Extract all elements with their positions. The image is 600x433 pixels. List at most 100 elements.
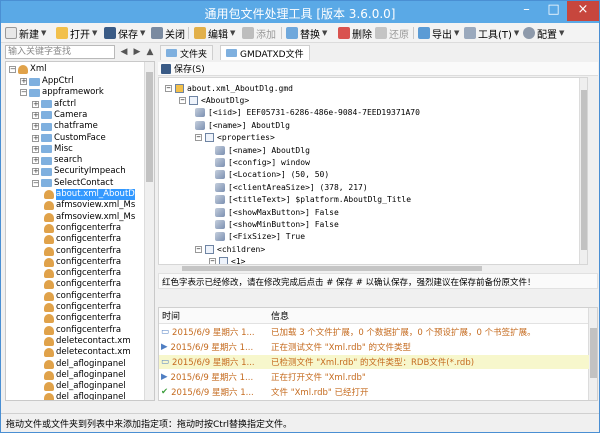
xml-h-scroll-thumb[interactable] — [182, 266, 482, 271]
log-row[interactable]: ▭ 2015/6/9 星期六 1... 已加载 3 个文件扩展，0 个数据扩展，0 … — [159, 325, 589, 339]
tree-file-item[interactable]: deletecontact.xm — [44, 347, 131, 358]
open-button[interactable]: 打开 ▼ — [56, 25, 97, 41]
close-window-button[interactable]: × — [567, 1, 599, 21]
tree-file-item[interactable]: del_afloginpanel — [44, 392, 126, 400]
minimize-button[interactable]: – — [513, 1, 540, 21]
tree-file-item[interactable]: del_afloginpanel — [44, 359, 126, 370]
expand-icon[interactable]: + — [32, 100, 39, 108]
xml-horizontal-scrollbar[interactable] — [158, 265, 588, 272]
xml-attribute-row[interactable]: [<showMaxButton>] False — [215, 206, 339, 218]
close-file-button[interactable]: 关闭 — [151, 25, 185, 41]
collapse-icon[interactable]: − — [165, 84, 172, 92]
collapse-icon[interactable]: − — [9, 66, 16, 73]
tree-file-item[interactable]: configcenterfra — [44, 313, 121, 324]
xml-attribute-row[interactable]: [<iid>] EEF05731-6286-486e-9084-7EED1937… — [195, 107, 420, 119]
tree-file-item[interactable]: configcenterfra — [44, 223, 121, 234]
edit-button[interactable]: 编辑 ▼ — [194, 25, 235, 41]
xml-attribute-row[interactable]: [<FixSize>] True — [215, 231, 305, 243]
expand-icon[interactable]: − — [20, 89, 27, 97]
tree-file-item[interactable]: configcenterfra — [44, 257, 121, 268]
replace-button[interactable]: 替换 ▼ — [286, 25, 327, 41]
tree-file-item[interactable]: deletecontact.xm — [44, 336, 131, 347]
tree-folder-item[interactable]: + Camera — [32, 110, 87, 121]
tree-scroll-thumb[interactable] — [146, 72, 153, 182]
collapse-icon[interactable]: − — [179, 96, 186, 104]
xml-attribute-row[interactable]: [<name>] AboutDlg — [215, 144, 310, 156]
xml-scrollbar[interactable] — [579, 78, 587, 264]
restore-button[interactable]: 还原 — [375, 25, 409, 41]
search-input[interactable]: 输入关键字查找 — [5, 45, 115, 59]
expand-icon[interactable]: − — [32, 179, 39, 187]
log-row[interactable]: ✔ 2015/6/9 星期六 1... 文件 "Xml.rdb" 已经打开 — [159, 385, 589, 399]
collapse-icon[interactable]: − — [195, 134, 202, 142]
xml-attribute-row[interactable]: [<showMinButton>] False — [215, 218, 339, 230]
tree-folder-item[interactable]: + afctrl — [32, 99, 76, 110]
tree-file-item[interactable]: configcenterfra — [44, 279, 121, 290]
expand-icon[interactable]: + — [20, 78, 27, 85]
maximize-button[interactable]: □ — [540, 1, 567, 21]
expand-icon[interactable]: + — [32, 123, 39, 131]
tab-folder[interactable]: 文件夹 — [160, 45, 214, 60]
tree-file-item[interactable]: configcenterfra — [44, 302, 121, 313]
tree-file-item[interactable]: configcenterfra — [44, 291, 121, 302]
log-scrollbar[interactable] — [588, 308, 597, 400]
log-col-time[interactable]: 时间 — [159, 309, 271, 322]
back-arrow-icon[interactable]: ◀ — [118, 45, 130, 59]
tree-folder-item[interactable]: + search — [32, 155, 82, 166]
log-row[interactable]: ▭ 2015/6/9 星期六 1... 已检测文件 "Xml.rdb" 的文件类型：… — [159, 355, 589, 369]
tree-scrollbar[interactable] — [144, 62, 154, 400]
xml-row-text: about.xml_AboutDlg.gmd — [187, 83, 293, 93]
xml-attribute-row[interactable]: [<titleText>] $platform.AboutDlg_Title — [215, 194, 411, 206]
log-scroll-thumb[interactable] — [590, 328, 597, 378]
xml-scroll-thumb[interactable] — [581, 90, 587, 250]
tree-file-item[interactable]: about.xml_AboutD — [44, 189, 135, 200]
tree-folder-item[interactable]: + chatframe — [32, 121, 98, 132]
expand-icon[interactable]: + — [32, 145, 39, 153]
xml-node-row[interactable]: − <AboutDlg> — [179, 94, 249, 106]
log-row[interactable]: ▶ 2015/6/9 星期六 1... 正在打开文件 "Xml.rdb" — [159, 370, 589, 384]
xml-node-row[interactable]: − <1> — [209, 256, 245, 264]
expand-icon[interactable]: + — [32, 157, 39, 165]
xml-node-row[interactable]: − <properties> — [195, 132, 275, 144]
forward-arrow-icon[interactable]: ▶ — [131, 45, 143, 59]
tab-gmdatxd-file[interactable]: GMDATXD文件 — [220, 45, 310, 60]
editor-save-button[interactable]: 保存(S) — [174, 62, 205, 75]
tree-file-item[interactable]: del_afloginpanel — [44, 370, 126, 381]
collapse-icon[interactable]: − — [209, 258, 216, 264]
tools-button[interactable]: 工具(T) ▼ — [464, 25, 519, 41]
xml-attribute-row[interactable]: [<clientAreaSize>] (378, 217) — [215, 181, 368, 193]
collapse-icon[interactable]: − — [195, 245, 202, 253]
tree-folder-item[interactable]: + SecurityImpeach — [32, 166, 126, 177]
new-button[interactable]: 新建 ▼ — [5, 25, 46, 41]
tree-file-item[interactable]: configcenterfra — [44, 246, 121, 257]
tree-folder-item[interactable]: − SelectContact — [32, 178, 113, 189]
up-arrow-icon[interactable]: ▲ — [144, 45, 156, 59]
save-button[interactable]: 保存 ▼ — [104, 25, 145, 41]
tree-file-item[interactable]: afmsoview.xml_Ms — [44, 212, 135, 223]
tree-folder-item[interactable]: − appframework — [20, 87, 104, 98]
export-button[interactable]: 导出 ▼ — [418, 25, 459, 41]
tree-file-item[interactable]: configcenterfra — [44, 234, 121, 245]
xml-node-row[interactable]: − <children> — [195, 243, 265, 255]
config-button[interactable]: 配置 ▼ — [523, 25, 564, 41]
xml-node-row[interactable]: − about.xml_AboutDlg.gmd — [165, 82, 293, 94]
tree-folder-item[interactable]: + Misc — [32, 144, 73, 155]
tree-root[interactable]: − Xml — [9, 64, 46, 75]
log-col-info[interactable]: 信息 — [271, 309, 289, 322]
xml-attribute-row[interactable]: [<config>] window — [215, 156, 310, 168]
delete-button[interactable]: 删除 — [338, 25, 372, 41]
tree-file-item[interactable]: del_afloginpanel — [44, 381, 126, 392]
tree-file-item[interactable]: configcenterfra — [44, 325, 121, 336]
folder-icon — [166, 49, 177, 57]
tree-file-item[interactable]: afmsoview.xml_Ms — [44, 200, 135, 211]
expand-icon[interactable]: + — [32, 111, 39, 119]
tree-file-item[interactable]: configcenterfra — [44, 268, 121, 279]
xml-attribute-row[interactable]: [<Location>] (50, 50) — [215, 169, 329, 181]
expand-icon[interactable]: + — [32, 134, 39, 142]
tree-folder-item[interactable]: + CustomFace — [32, 133, 106, 144]
xml-attribute-row[interactable]: [<name>] AboutDlg — [195, 119, 290, 131]
tree-folder-item[interactable]: + AppCtrl — [20, 76, 74, 87]
add-button[interactable]: 添加 — [242, 25, 276, 41]
log-row[interactable]: ▶ 2015/6/9 星期六 1... 正在测试文件 "Xml.rdb" 的文件类型 — [159, 340, 589, 354]
expand-icon[interactable]: + — [32, 168, 39, 176]
